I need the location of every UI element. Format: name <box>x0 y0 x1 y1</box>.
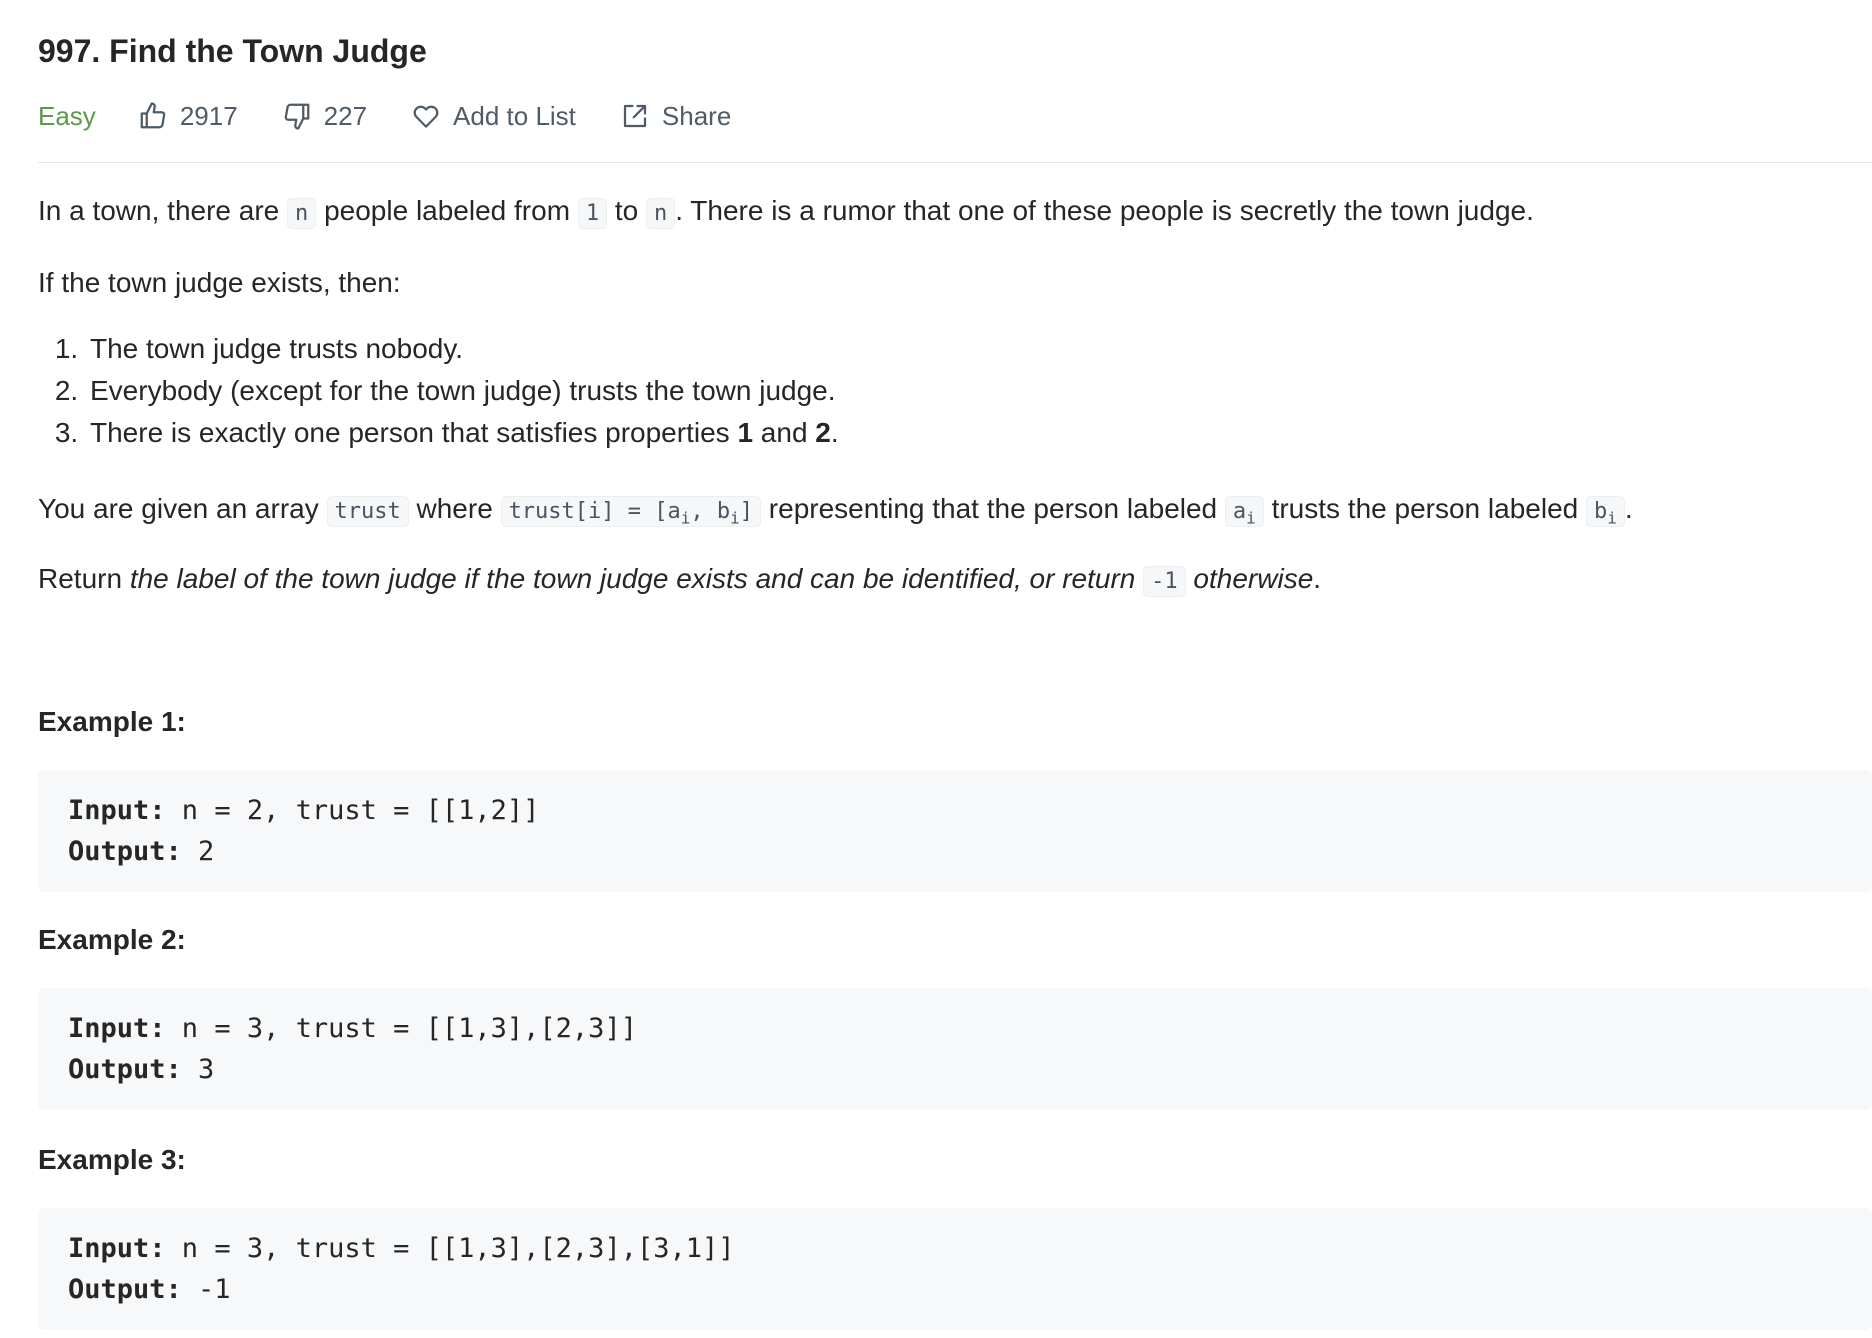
share-label: Share <box>661 100 732 131</box>
text-span: where <box>408 493 501 524</box>
text-span: representing that the person labeled <box>761 493 1225 524</box>
subscript: i <box>1246 508 1256 528</box>
problem-title: 997. Find the Town Judge <box>38 33 427 69</box>
output-label: Output: <box>68 1054 182 1085</box>
bold-text: 1 <box>737 417 754 448</box>
example-output-line: Output: 2 <box>68 831 1842 872</box>
description-paragraph-1: In a town, there are n people labeled fr… <box>38 190 1534 235</box>
inline-code: 1 <box>577 198 608 229</box>
text-span: and <box>753 417 816 448</box>
inline-code: n <box>287 198 317 229</box>
example-2-title: Example 2: <box>38 924 186 955</box>
example-3-block: Input: n = 3, trust = [[1,3],[2,3],[3,1]… <box>38 1208 1872 1330</box>
example-input-line: Input: n = 3, trust = [[1,3],[2,3],[3,1]… <box>68 1228 1842 1269</box>
subscript: i <box>680 508 691 528</box>
like-button[interactable]: 2917 <box>138 101 238 132</box>
code-text: ] <box>739 499 754 524</box>
subscript: i <box>1607 508 1617 528</box>
text-span: trusts the person labeled <box>1263 493 1586 524</box>
judge-rules-list: The town judge trusts nobody. Everybody … <box>38 328 839 454</box>
inline-code: trust[i] = [ai, bi] <box>500 496 762 528</box>
inline-code: ai <box>1224 496 1264 528</box>
text-span: You are given an array <box>38 493 327 524</box>
problem-page: 997. Find the Town Judge Easy 2917 227 A… <box>0 0 1872 1338</box>
example-input-line: Input: n = 2, trust = [[1,2]] <box>68 790 1842 831</box>
input-label: Input: <box>68 795 166 826</box>
add-to-list-button[interactable]: Add to List <box>411 101 576 132</box>
list-item: The town judge trusts nobody. <box>86 328 839 370</box>
text-span: . <box>1313 563 1322 594</box>
text-span: There is exactly one person that satisfi… <box>90 417 738 448</box>
example-input-line: Input: n = 3, trust = [[1,3],[2,3]] <box>68 1008 1842 1049</box>
problem-meta-bar: Easy 2917 227 Add to List Share <box>38 94 775 138</box>
text-span: . <box>1624 493 1633 524</box>
thumbs-down-icon <box>284 103 310 130</box>
list-item: There is exactly one person that satisfi… <box>86 412 839 454</box>
dislike-button[interactable]: 227 <box>282 101 367 132</box>
output-label: Output: <box>68 1274 182 1305</box>
input-label: Input: <box>68 1013 166 1044</box>
italic-text: the label of the town judge if the town … <box>129 563 1144 594</box>
share-button[interactable]: Share <box>620 101 731 132</box>
code-text: a <box>1232 499 1247 524</box>
output-value: 2 <box>181 836 215 867</box>
output-value: 3 <box>181 1054 215 1085</box>
inline-code: trust <box>326 496 409 527</box>
share-icon <box>623 104 647 128</box>
description-paragraph-3: You are given an array trust where trust… <box>38 488 1633 539</box>
thumbs-up-icon <box>140 102 166 129</box>
example-output-line: Output: -1 <box>68 1269 1842 1310</box>
code-text: , b <box>690 499 731 524</box>
text-span: . <box>830 417 839 448</box>
text-span: people labeled from <box>316 195 578 226</box>
text-span: Return <box>38 563 130 594</box>
text-span: In a town, there are <box>38 195 288 226</box>
text-span: to <box>607 195 646 226</box>
output-label: Output: <box>68 836 182 867</box>
list-item: Everybody (except for the town judge) tr… <box>86 370 839 412</box>
subscript: i <box>730 508 740 528</box>
description-paragraph-4: Return the label of the town judge if th… <box>38 558 1321 603</box>
dislike-count: 227 <box>323 100 368 131</box>
inline-code: bi <box>1586 496 1625 527</box>
example-1-block: Input: n = 2, trust = [[1,2]] Output: 2 <box>38 770 1872 892</box>
input-value: n = 3, trust = [[1,3],[2,3]] <box>165 1013 637 1044</box>
difficulty-badge: Easy <box>38 100 96 131</box>
add-to-list-label: Add to List <box>453 100 576 131</box>
example-3-title: Example 3: <box>38 1144 186 1175</box>
output-value: -1 <box>181 1274 231 1305</box>
italic-text: otherwise <box>1185 563 1314 594</box>
example-output-line: Output: 3 <box>68 1049 1842 1090</box>
header-divider <box>38 162 1872 163</box>
example-1-title: Example 1: <box>38 706 186 737</box>
input-value: n = 3, trust = [[1,3],[2,3],[3,1]] <box>165 1233 735 1264</box>
heart-icon <box>413 105 439 128</box>
example-2-block: Input: n = 3, trust = [[1,3],[2,3]] Outp… <box>38 988 1872 1110</box>
text-span: . There is a rumor that one of these peo… <box>675 195 1534 226</box>
code-text: trust[i] = [a <box>508 499 681 524</box>
inline-code: -1 <box>1143 566 1186 597</box>
input-value: n = 2, trust = [[1,2]] <box>165 795 540 826</box>
code-text: b <box>1594 499 1608 524</box>
description-paragraph-2: If the town judge exists, then: <box>38 267 401 298</box>
like-count: 2917 <box>179 100 238 131</box>
inline-code: n <box>645 198 676 229</box>
bold-text: 2 <box>815 417 831 448</box>
input-label: Input: <box>68 1233 166 1264</box>
